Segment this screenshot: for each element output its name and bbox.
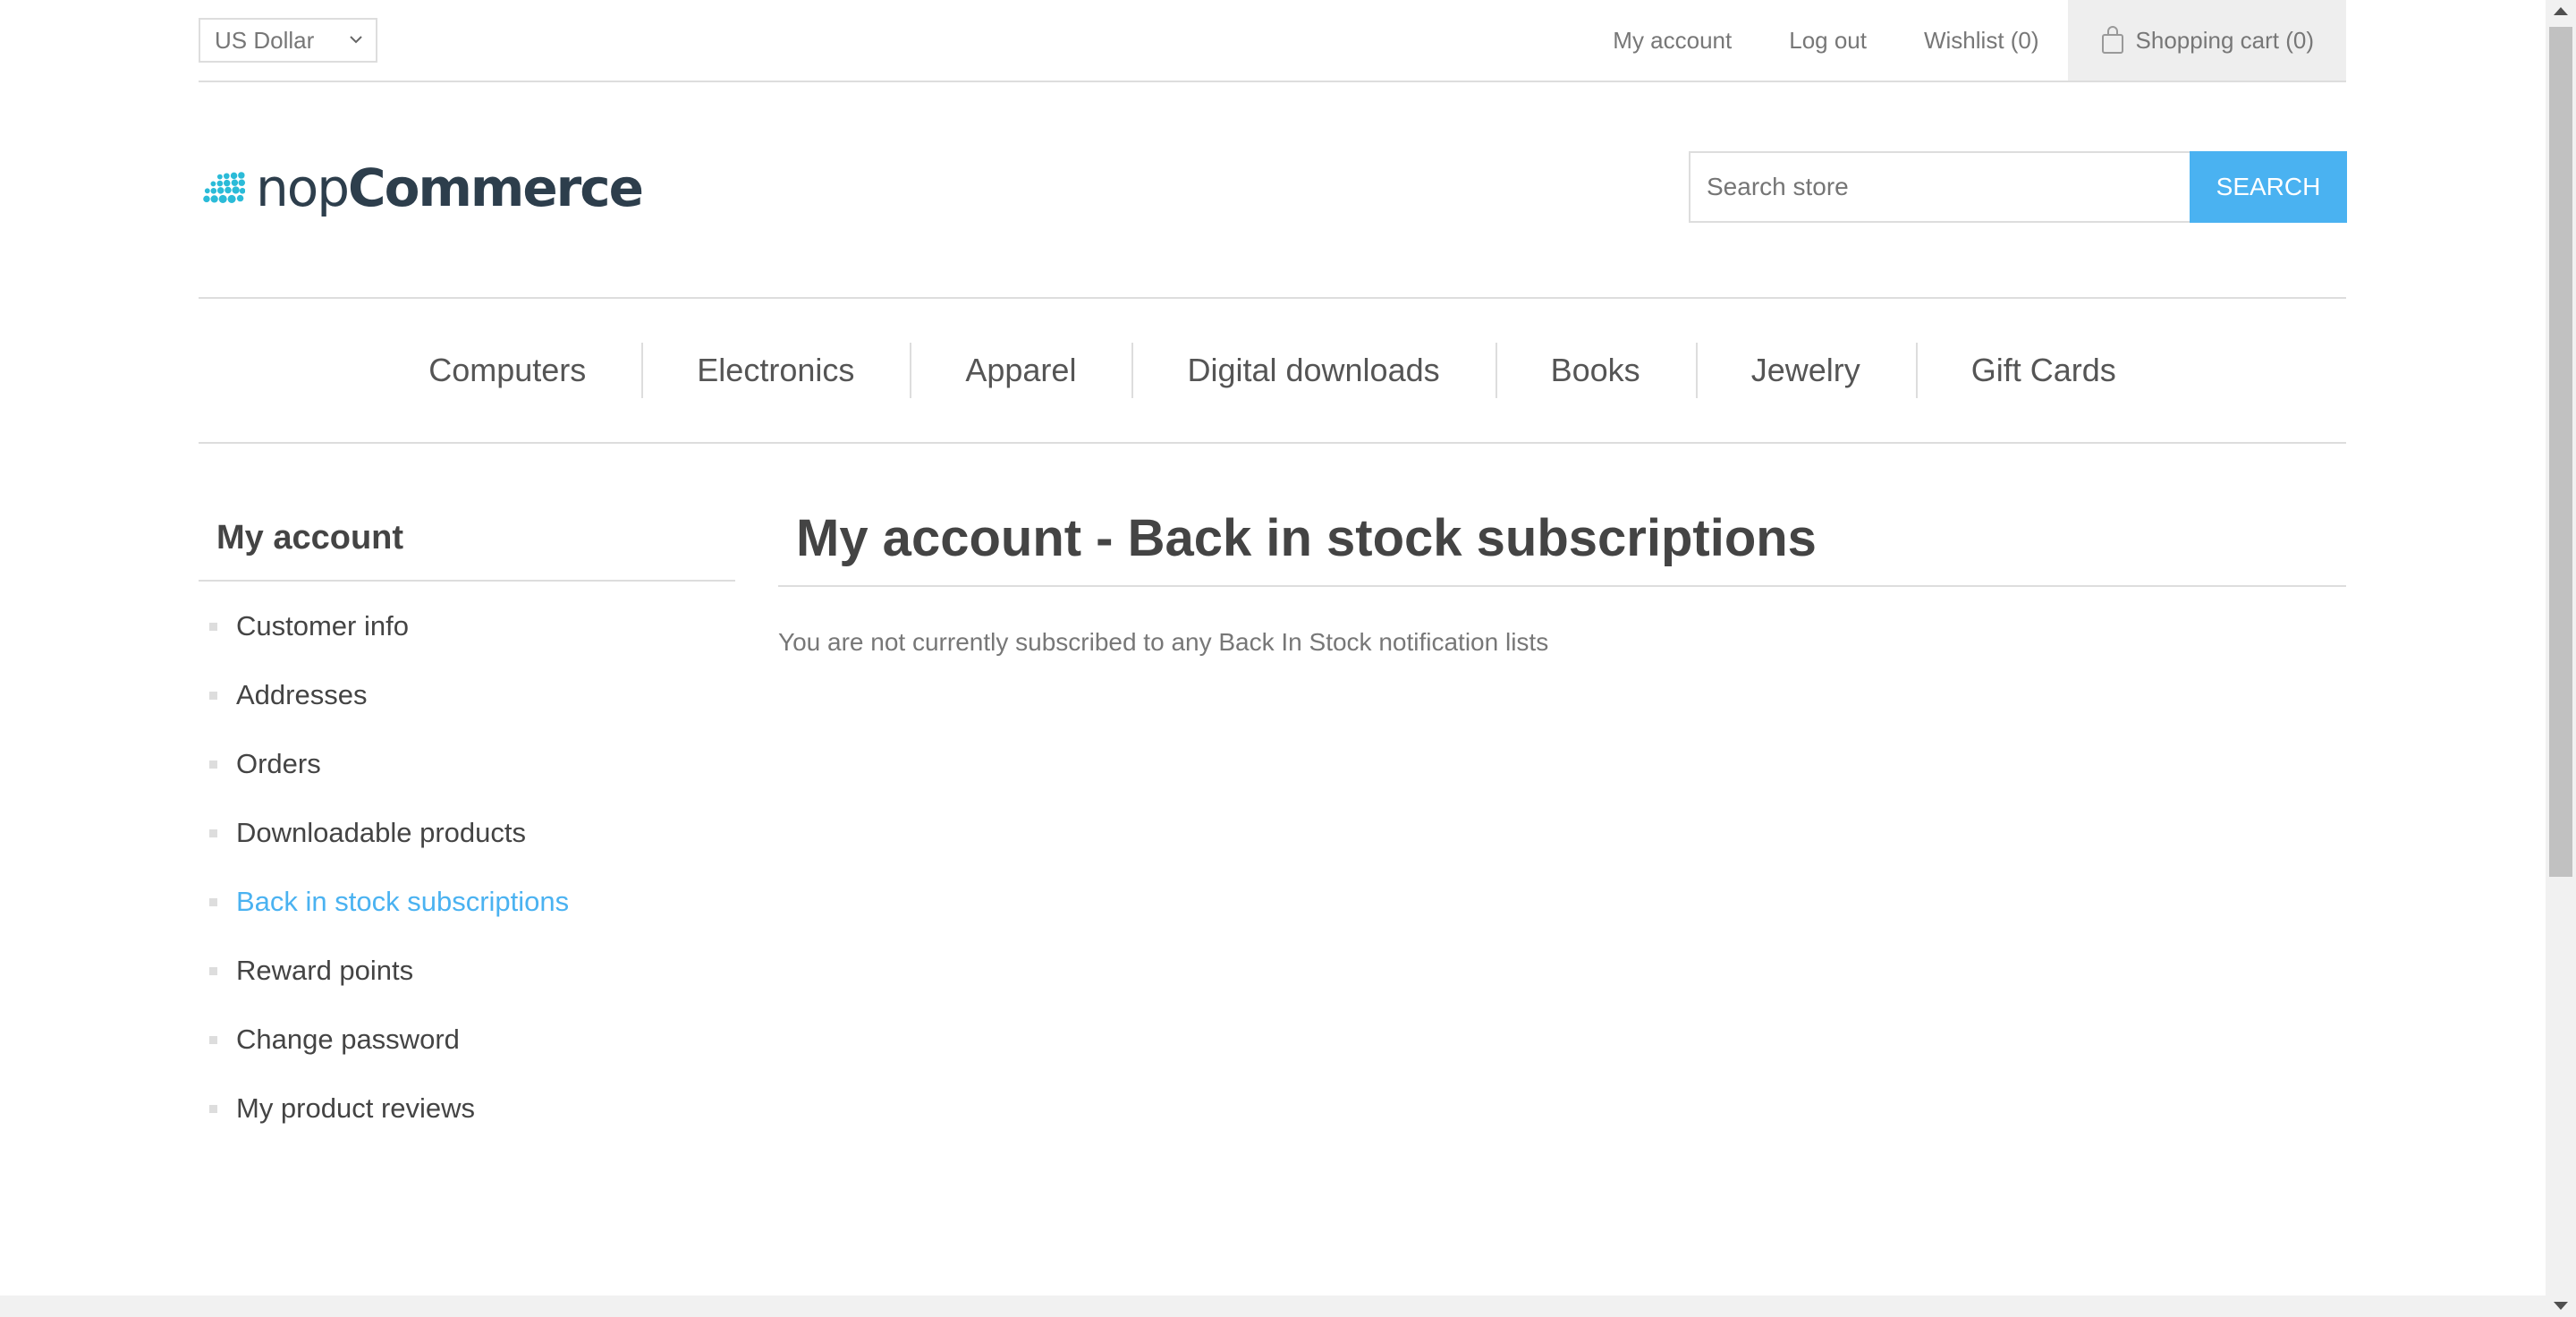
logo[interactable]: nopCommerce <box>202 149 644 227</box>
sidebar-item-orders[interactable]: Orders <box>199 735 735 804</box>
scrollbar-thumb[interactable] <box>2549 27 2572 877</box>
wishlist-link[interactable]: Wishlist (0) <box>1895 0 2068 81</box>
search-button[interactable]: SEARCH <box>2190 151 2347 223</box>
scroll-down-arrow-icon[interactable] <box>2554 1302 2568 1310</box>
my-account-link[interactable]: My account <box>1584 0 1760 81</box>
menu-item-gift-cards[interactable]: Gift Cards <box>1915 343 2172 398</box>
sidebar-item-my-product-reviews[interactable]: My product reviews <box>199 1080 735 1149</box>
sidebar-item-reward-points[interactable]: Reward points <box>199 942 735 1011</box>
chevron-down-icon <box>350 36 362 44</box>
sidebar-item-change-password[interactable]: Change password <box>199 1011 735 1080</box>
menu-item-computers[interactable]: Computers <box>373 343 641 398</box>
menu-item-books[interactable]: Books <box>1495 343 1696 398</box>
main-content: My account - Back in stock subscriptions… <box>778 501 2346 657</box>
logo-text-light: nop <box>255 157 350 218</box>
sidebar-item-addresses[interactable]: Addresses <box>199 667 735 735</box>
shopping-cart-link[interactable]: Shopping cart (0) <box>2067 0 2346 81</box>
page: US Dollar My account Log out Wishlist (0… <box>0 0 2576 1317</box>
shopping-bag-icon <box>2101 26 2123 54</box>
page-title: My account - Back in stock subscriptions <box>778 501 2346 587</box>
account-navigation: My account Customer info Addresses Order… <box>199 501 735 1149</box>
logo-text: nopCommerce <box>255 157 644 218</box>
account-navigation-list: Customer info Addresses Orders Downloada… <box>199 598 735 1149</box>
no-subscriptions-notice: You are not currently subscribed to any … <box>778 628 1549 656</box>
menu-item-digital-downloads[interactable]: Digital downloads <box>1131 343 1495 398</box>
logo-dots-icon <box>203 172 245 203</box>
logo-text-bold: Commerce <box>348 157 644 218</box>
top-menu: Computers Electronics Apparel Digital do… <box>199 297 2346 444</box>
header-links: My account Log out Wishlist (0) Shopping… <box>1584 0 2346 81</box>
menu-item-jewelry[interactable]: Jewelry <box>1695 343 1916 398</box>
sidebar-item-customer-info[interactable]: Customer info <box>199 598 735 667</box>
menu-item-electronics[interactable]: Electronics <box>641 343 910 398</box>
header-upper: US Dollar My account Log out Wishlist (0… <box>199 0 2346 82</box>
currency-select-value: US Dollar <box>215 27 315 54</box>
search-input[interactable] <box>1689 151 2190 223</box>
search-box: SEARCH <box>1689 151 2347 223</box>
sidebar-item-back-in-stock-subscriptions[interactable]: Back in stock subscriptions <box>199 873 735 942</box>
currency-select[interactable]: US Dollar <box>199 18 377 63</box>
shopping-cart-label: Shopping cart (0) <box>2135 26 2314 54</box>
scroll-up-arrow-icon[interactable] <box>2554 7 2568 15</box>
log-out-link[interactable]: Log out <box>1760 0 1895 81</box>
horizontal-scrollbar[interactable] <box>0 1296 2546 1317</box>
account-navigation-title: My account <box>199 501 735 582</box>
sidebar-item-downloadable-products[interactable]: Downloadable products <box>199 804 735 873</box>
vertical-scrollbar[interactable] <box>2546 0 2576 1317</box>
menu-item-apparel[interactable]: Apparel <box>910 343 1131 398</box>
